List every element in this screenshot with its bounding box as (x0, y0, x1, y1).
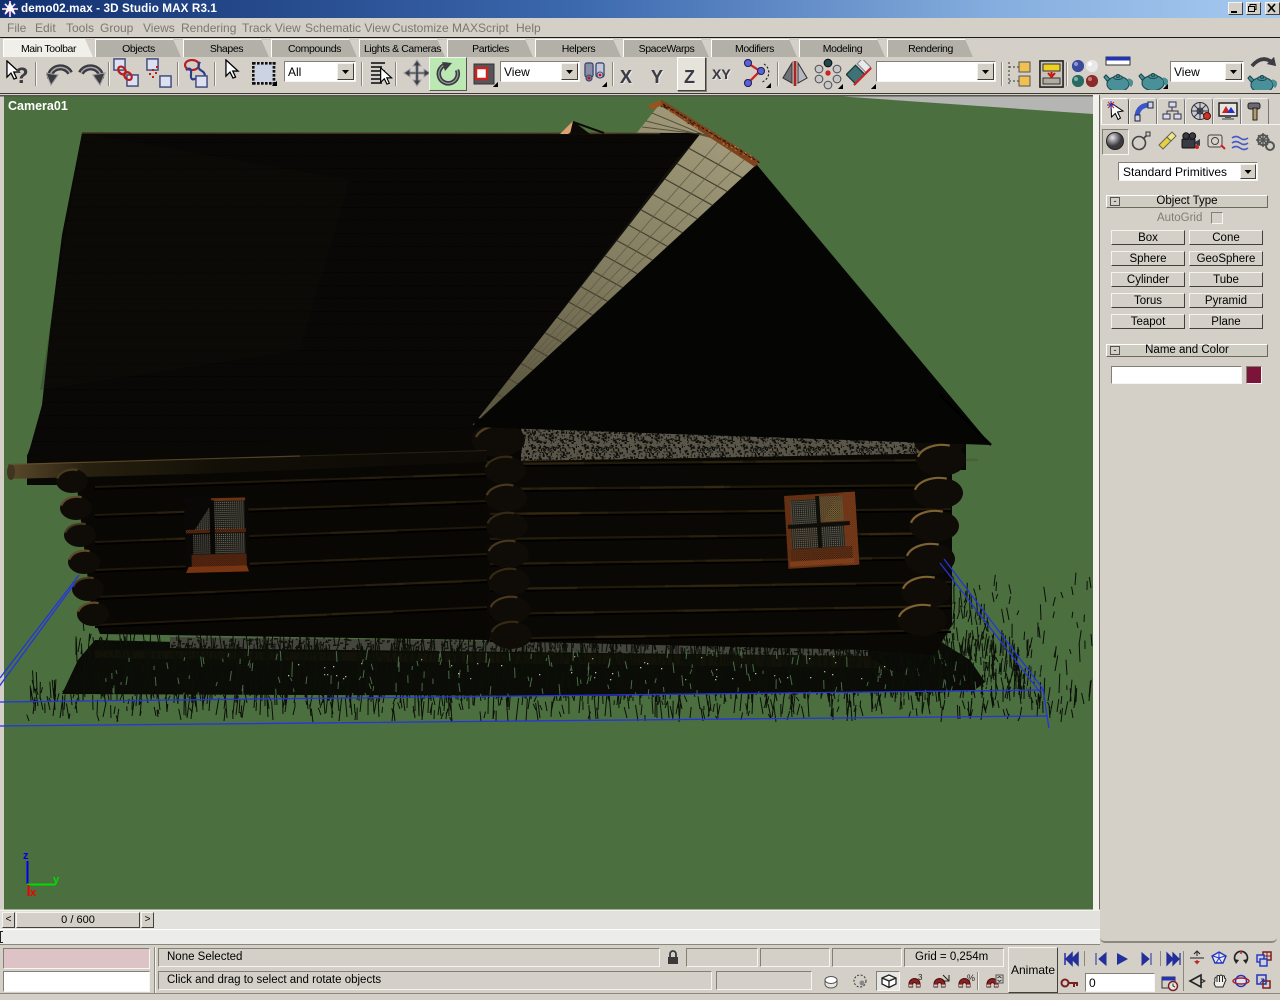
svg-text:%: % (967, 973, 975, 983)
svg-text:3: 3 (918, 973, 923, 982)
svg-text:z: z (23, 850, 29, 862)
svg-text:y: y (53, 874, 60, 886)
svg-text:Camera01: Camera01 (8, 99, 68, 113)
svg-text:x: x (30, 887, 37, 899)
